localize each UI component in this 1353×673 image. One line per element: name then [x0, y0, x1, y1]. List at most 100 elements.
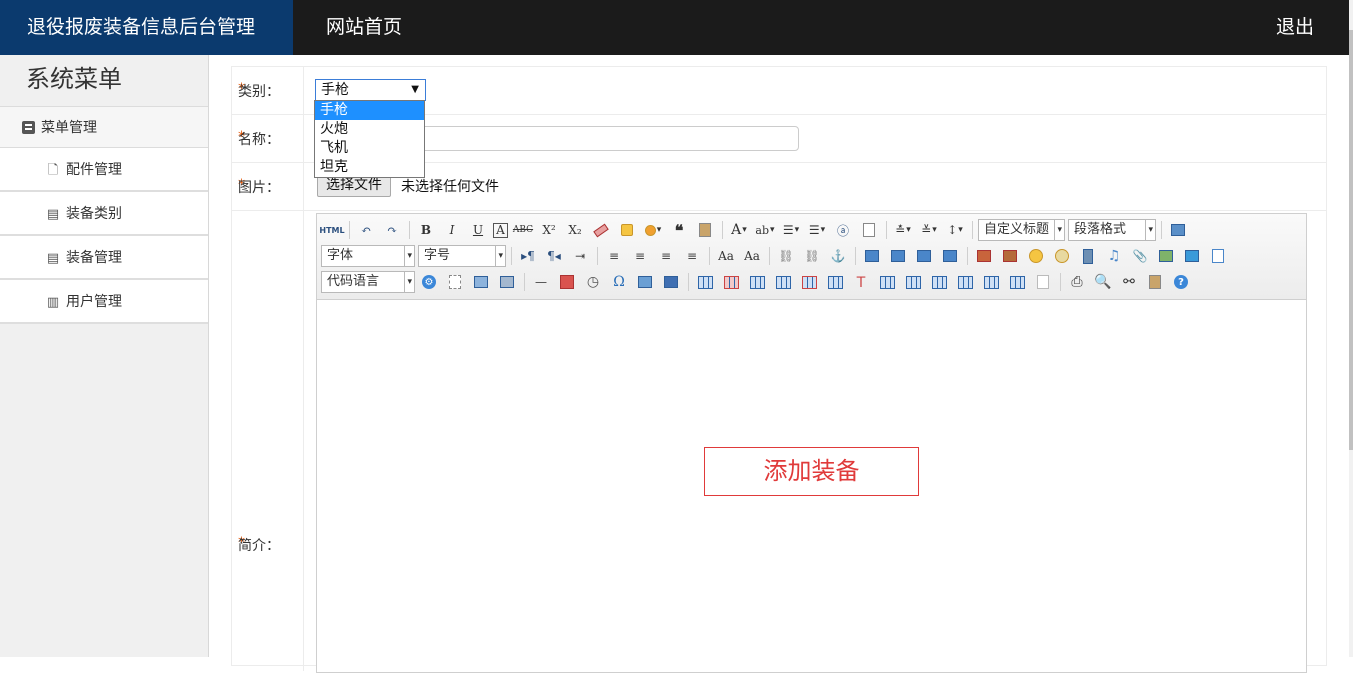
- strikethrough-icon[interactable]: ABC: [512, 220, 534, 240]
- unordered-list-icon[interactable]: ☰: [806, 220, 828, 240]
- special-char-icon[interactable]: Ω: [608, 272, 630, 292]
- image-right-icon[interactable]: [913, 246, 935, 266]
- font-family-select[interactable]: 字体: [321, 245, 415, 267]
- category-option[interactable]: 手枪: [315, 101, 424, 120]
- split-to-cols-icon[interactable]: [1006, 272, 1028, 292]
- insert-code-icon[interactable]: ⚙: [418, 272, 440, 292]
- date-icon[interactable]: [556, 272, 578, 292]
- format-brush-icon[interactable]: [616, 220, 638, 240]
- indent-icon[interactable]: ⇥: [569, 246, 591, 266]
- merge-cells-icon[interactable]: [876, 272, 898, 292]
- align-right-icon[interactable]: ≡: [655, 246, 677, 266]
- lowercase-icon[interactable]: Aa: [741, 246, 763, 266]
- merge-down-icon[interactable]: [928, 272, 950, 292]
- image-left-icon[interactable]: [887, 246, 909, 266]
- bold-icon[interactable]: B: [415, 220, 437, 240]
- custom-heading-select[interactable]: 自定义标题: [978, 219, 1065, 241]
- category-option[interactable]: 飞机: [315, 139, 424, 158]
- editor-content-area[interactable]: 添加装备: [317, 300, 1306, 672]
- preview-icon[interactable]: 🔍: [1092, 272, 1114, 292]
- scrollbar-thumb[interactable]: [1349, 30, 1353, 450]
- gmap-icon[interactable]: [1181, 246, 1203, 266]
- delete-table-icon[interactable]: [720, 272, 742, 292]
- align-left-icon[interactable]: ≡: [603, 246, 625, 266]
- ordered-list-icon[interactable]: ☰: [780, 220, 802, 240]
- word-image-icon[interactable]: [660, 272, 682, 292]
- drafts-icon[interactable]: [1144, 272, 1166, 292]
- snapscreen-icon[interactable]: [634, 272, 656, 292]
- highlight-color-icon[interactable]: ab: [754, 220, 776, 240]
- map-icon[interactable]: [1155, 246, 1177, 266]
- code-language-select[interactable]: 代码语言: [321, 271, 415, 293]
- search-replace-icon[interactable]: ⚯: [1118, 272, 1140, 292]
- category-select[interactable]: 手枪 ▼: [315, 79, 426, 101]
- html-source-icon[interactable]: HTML: [319, 220, 344, 240]
- align-center-icon[interactable]: ≡: [629, 246, 651, 266]
- menu-group-header[interactable]: 菜单管理: [0, 106, 208, 148]
- link-icon[interactable]: ⛓: [775, 246, 797, 266]
- insert-col-icon[interactable]: [824, 272, 846, 292]
- logout-link[interactable]: 退出: [1276, 0, 1314, 55]
- insert-image-icon[interactable]: [999, 246, 1021, 266]
- image-none-icon[interactable]: [861, 246, 883, 266]
- font-border-icon[interactable]: A: [493, 222, 508, 238]
- add-equipment-button[interactable]: 添加装备: [704, 447, 919, 496]
- ltr-icon[interactable]: ▸¶: [517, 246, 539, 266]
- insert-paragraph-before-table-icon[interactable]: [746, 272, 768, 292]
- sidebar-item-users[interactable]: ▥ 用户管理: [0, 280, 208, 324]
- page-scrollbar[interactable]: [1349, 0, 1353, 657]
- italic-icon[interactable]: I: [441, 220, 463, 240]
- music-icon[interactable]: ♫: [1103, 246, 1125, 266]
- font-color-icon[interactable]: A: [728, 220, 750, 240]
- sidebar-item-parts[interactable]: 🗋 配件管理: [0, 148, 208, 192]
- font-size-select[interactable]: 字号: [418, 245, 506, 267]
- unlink-icon[interactable]: ⛓: [801, 246, 823, 266]
- delete-col-icon[interactable]: Ｔ: [850, 272, 872, 292]
- rtl-icon[interactable]: ¶◂: [543, 246, 565, 266]
- brand-title[interactable]: 退役报废装备信息后台管理: [0, 0, 293, 55]
- help-icon[interactable]: ?: [1170, 272, 1192, 292]
- fullscreen-icon[interactable]: [1167, 220, 1189, 240]
- insert-video-icon[interactable]: [1077, 246, 1099, 266]
- scrawl-icon[interactable]: [1051, 246, 1073, 266]
- clear-doc-icon[interactable]: [858, 220, 880, 240]
- category-option[interactable]: 坦克: [315, 158, 424, 177]
- sidebar-item-categories[interactable]: ▤ 装备类别: [0, 192, 208, 236]
- undo-icon[interactable]: ↶: [355, 220, 377, 240]
- image-center-icon[interactable]: [939, 246, 961, 266]
- time-icon[interactable]: ◷: [582, 272, 604, 292]
- simple-upload-icon[interactable]: [973, 246, 995, 266]
- sidebar-item-equipment[interactable]: ▤ 装备管理: [0, 236, 208, 280]
- delete-row-icon[interactable]: [798, 272, 820, 292]
- category-option[interactable]: 火炮: [315, 120, 424, 139]
- split-to-rows-icon[interactable]: [980, 272, 1002, 292]
- eraser-icon[interactable]: [590, 220, 612, 240]
- emotion-icon[interactable]: [1025, 246, 1047, 266]
- paragraph-format-select[interactable]: 段落格式: [1068, 219, 1156, 241]
- underline-icon[interactable]: U: [467, 220, 489, 240]
- template-icon[interactable]: [470, 272, 492, 292]
- auto-format-icon[interactable]: [642, 220, 664, 240]
- attachment-icon[interactable]: 📎: [1129, 246, 1151, 266]
- subscript-icon[interactable]: X₂: [564, 220, 586, 240]
- blockquote-icon[interactable]: ❝: [668, 220, 690, 240]
- line-height-icon[interactable]: ↕: [944, 220, 966, 240]
- anchor-icon[interactable]: ⚓: [827, 246, 849, 266]
- uppercase-icon[interactable]: Aa: [715, 246, 737, 266]
- insert-row-icon[interactable]: [772, 272, 794, 292]
- select-all-icon[interactable]: ⓐ: [832, 220, 854, 240]
- insert-table-icon[interactable]: [694, 272, 716, 292]
- pagebreak-icon[interactable]: [444, 272, 466, 292]
- superscript-icon[interactable]: X²: [538, 220, 560, 240]
- paste-plain-icon[interactable]: [694, 220, 716, 240]
- home-link[interactable]: 网站首页: [326, 0, 402, 55]
- merge-right-icon[interactable]: [902, 272, 924, 292]
- row-spacing-bottom-icon[interactable]: ≚: [918, 220, 940, 240]
- insert-frame-icon[interactable]: [1207, 246, 1229, 266]
- row-spacing-top-icon[interactable]: ≛: [892, 220, 914, 240]
- print-icon[interactable]: ⎙: [1066, 272, 1088, 292]
- charts-icon[interactable]: [1032, 272, 1054, 292]
- split-to-cells-icon[interactable]: [954, 272, 976, 292]
- redo-icon[interactable]: ↷: [381, 220, 403, 240]
- align-justify-icon[interactable]: ≡: [681, 246, 703, 266]
